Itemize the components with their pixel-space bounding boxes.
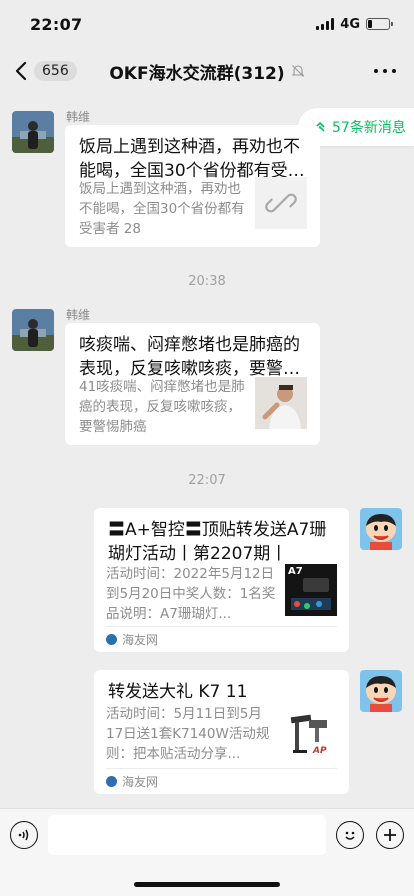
network-label: 4G [340, 16, 360, 32]
article-thumbnail [255, 377, 307, 429]
more-icon[interactable] [374, 61, 396, 81]
mute-icon [291, 65, 304, 77]
card-title: 咳痰喘、闷痒憋堵也是肺癌的表现，反复咳嗽咳痰，要警惕肺癌 [79, 335, 300, 379]
unread-count-badge[interactable]: 656 [34, 61, 77, 81]
signal-icon [316, 18, 335, 30]
card-title: 转发送大礼 K7 11 [108, 682, 248, 702]
sender-name: 韩维 [66, 110, 91, 124]
card-description: 41咳痰喘、闷痒憋堵也是肺癌的表现，反复咳嗽咳痰，要警惕肺癌 [79, 379, 245, 435]
nav-bar: 656 OKF海水交流群(312) [0, 48, 414, 94]
self-avatar[interactable] [360, 508, 402, 550]
sender-avatar[interactable] [12, 111, 54, 153]
link-icon [255, 177, 307, 229]
card-description: 活动时间：2022年5月12日到5月20日中奖人数：1名奖品说明：A7珊瑚灯..… [106, 566, 276, 622]
status-time: 22:07 [30, 14, 83, 34]
article-thumbnail: A7 [285, 564, 337, 616]
voice-input-button[interactable] [10, 821, 38, 849]
source-label: 海友网 [122, 775, 159, 789]
message-timestamp: 20:38 [188, 274, 226, 289]
card-title: 饭局上遇到这种酒，再劝也不能喝，全国30个省份都有受害者 [79, 137, 305, 181]
sender-avatar[interactable] [12, 309, 54, 351]
status-bar: 22:07 4G [0, 0, 414, 48]
thumbnail-label: AP [313, 746, 327, 756]
voice-icon [18, 829, 29, 841]
battery-icon [366, 18, 393, 30]
article-thumbnail: AP [285, 708, 337, 760]
shared-article-card[interactable]: 〓A+智控〓顶贴转发送A7珊瑚灯活动丨第2207期丨 活动时间：2022年5月1… [94, 508, 349, 652]
home-indicator [134, 882, 280, 887]
sender-name: 韩维 [66, 308, 91, 322]
card-source: 海友网 [106, 768, 337, 794]
card-title: 〓A+智控〓顶贴转发送A7珊瑚灯活动丨第2207期丨 [108, 520, 327, 564]
back-icon[interactable] [10, 56, 32, 86]
card-description: 饭局上遇到这种酒，再劝也不能喝，全国30个省份都有受害者 28 [79, 181, 245, 237]
shared-article-card[interactable]: 转发送大礼 K7 11 活动时间：5月11日到5月17日送1套K7140W活动规… [94, 670, 349, 794]
battery-fill [368, 20, 372, 28]
thumbnail-label: A7 [288, 566, 303, 577]
chat-title[interactable]: OKF海水交流群(312) [109, 59, 284, 84]
source-label: 海友网 [122, 633, 159, 647]
emoji-button[interactable] [336, 821, 364, 849]
status-indicators: 4G [316, 16, 393, 32]
card-source: 海友网 [106, 626, 337, 652]
emoji-icon [345, 831, 355, 840]
plus-icon [384, 829, 396, 841]
source-logo-icon [106, 634, 117, 645]
self-avatar[interactable] [360, 670, 402, 712]
card-description: 活动时间：5月11日到5月17日送1套K7140W活动规则：把本贴活动分享... [106, 706, 270, 762]
link-card[interactable]: 咳痰喘、闷痒憋堵也是肺癌的表现，反复咳嗽咳痰，要警惕肺癌 41咳痰喘、闷痒憋堵也… [65, 323, 320, 445]
link-card[interactable]: 饭局上遇到这种酒，再劝也不能喝，全国30个省份都有受害者 饭局上遇到这种酒，再劝… [65, 125, 320, 247]
more-functions-button[interactable] [376, 821, 404, 849]
message-input[interactable] [48, 815, 326, 855]
source-logo-icon [106, 776, 117, 787]
new-messages-label: 57条新消息 [332, 120, 406, 136]
message-timestamp: 22:07 [188, 473, 226, 488]
